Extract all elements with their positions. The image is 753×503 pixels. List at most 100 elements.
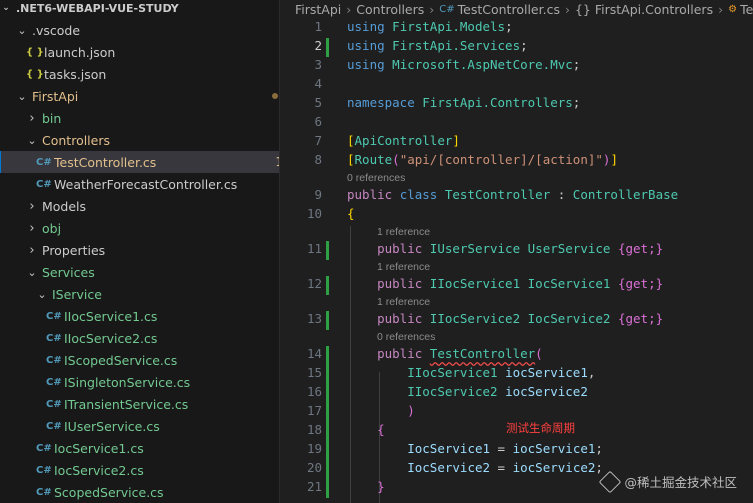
csharp-file-icon: C# xyxy=(46,310,62,322)
tree-file[interactable]: { } tasks.json xyxy=(0,63,279,85)
code-line[interactable]: 9 public class TestController : Controlle… xyxy=(280,187,753,206)
chevron-right-icon: › xyxy=(29,220,35,236)
code-punctuation xyxy=(498,384,506,399)
tree-folder[interactable]: › bin xyxy=(0,107,279,129)
tree-item-label: IScopedService.cs xyxy=(64,352,178,368)
git-added-gutter xyxy=(326,384,329,403)
code-line[interactable]: 15 IIocService1 iocService1, xyxy=(280,365,753,384)
explorer-root[interactable]: ⌄ .NET6-WEBAPI-VUE-STUDY xyxy=(0,0,279,16)
tree-item-label: FirstApi xyxy=(32,88,79,104)
code-token: FirstApi.Controllers xyxy=(422,95,573,110)
tree-folder[interactable]: ⌄ FirstApi xyxy=(0,85,279,107)
code-token: FirstApi.Models xyxy=(392,19,506,34)
tree-file[interactable]: C#IScopedService.csU xyxy=(0,349,279,371)
codelens-references[interactable]: 1 reference xyxy=(280,261,753,276)
tree-folder[interactable]: ⌄ IService xyxy=(0,283,279,305)
codelens-references[interactable]: 1 reference xyxy=(280,296,753,311)
breadcrumb-item-project[interactable]: FirstApi xyxy=(295,2,341,17)
tree-file[interactable]: C#ISingletonService.csU xyxy=(0,371,279,393)
tree-file[interactable]: C#IocService2.csU xyxy=(0,459,279,481)
code-line[interactable]: 6 xyxy=(280,114,753,133)
code-line[interactable]: 2 using FirstApi.Services; xyxy=(280,38,753,57)
tree-file[interactable]: C# WeatherForecastController.cs xyxy=(0,173,279,195)
code-text: using FirstApi.Services; xyxy=(347,38,528,53)
code-punctuation: { xyxy=(377,422,385,437)
code-line[interactable]: 5 namespace FirstApi.Controllers; xyxy=(280,95,753,114)
chevron-down-icon: ⌄ xyxy=(27,133,37,147)
code-punctuation: = xyxy=(490,460,513,475)
line-number: 1 xyxy=(314,19,322,34)
line-number: 20 xyxy=(306,460,322,475)
breadcrumb-item-file[interactable]: TestController.cs xyxy=(458,2,560,17)
code-line[interactable]: 10 { xyxy=(280,206,753,225)
code-line[interactable]: 11 public IUserService UserService {get;} xyxy=(280,241,753,260)
codelens-label: 0 references xyxy=(377,331,436,343)
tree-file[interactable]: { } launch.json xyxy=(0,41,279,63)
csharp-file-icon: C# xyxy=(46,354,62,366)
chevron-down-icon: ⌄ xyxy=(37,287,47,301)
tree-folder[interactable]: ⌄ Services xyxy=(0,261,279,283)
code-line[interactable]: 8 [Route("api/[controller]/[action]")] xyxy=(280,152,753,171)
tree-item-label: ScopedService.cs xyxy=(54,484,164,500)
tree-file[interactable]: C#TestController.cs1, M xyxy=(0,151,279,173)
breadcrumb-item-class[interactable]: TestC xyxy=(740,2,753,17)
tree-file[interactable]: C#IIocService1.csU xyxy=(0,305,279,327)
code-line[interactable]: 7 [ApiController] xyxy=(280,133,753,152)
tree-folder[interactable]: ⌄ .vscode xyxy=(0,19,279,41)
code-punctuation: ( xyxy=(392,152,400,167)
code-line[interactable]: 12 public IIocService1 IocService1 {get;} xyxy=(280,276,753,295)
breadcrumb-item-folder[interactable]: Controllers xyxy=(356,2,424,17)
code-line[interactable]: 3 using Microsoft.AspNetCore.Mvc; xyxy=(280,57,753,76)
line-number: 13 xyxy=(306,311,322,326)
code-editor[interactable]: FirstApi › Controllers › C# TestControll… xyxy=(280,0,753,503)
code-token: using xyxy=(347,57,385,72)
code-token: iocService2 xyxy=(512,460,596,475)
line-number: 12 xyxy=(306,276,322,291)
chevron-right-icon: › xyxy=(564,1,570,17)
line-number: 6 xyxy=(314,114,322,129)
code-punctuation xyxy=(422,311,430,326)
tree-folder[interactable]: › Models xyxy=(0,195,279,217)
codelens-references[interactable]: 0 references xyxy=(280,172,753,187)
tree-item-label: IIocService1.cs xyxy=(64,308,158,324)
tree-folder[interactable]: › obj xyxy=(0,217,279,239)
annotation-text: 测试生命周期 xyxy=(506,421,575,435)
chevron-right-icon: › xyxy=(29,110,35,126)
code-line[interactable]: 14 public TestController( xyxy=(280,346,753,365)
code-token: {get;} xyxy=(617,311,664,326)
tree-folder[interactable]: ⌄ Controllers xyxy=(0,129,279,151)
tree-item-label: IocService2.cs xyxy=(54,462,144,478)
chevron-down-icon: ⌄ xyxy=(17,23,27,37)
code-line[interactable]: 4 xyxy=(280,76,753,95)
code-token: TestController xyxy=(429,346,536,361)
juejin-logo-icon xyxy=(599,470,622,493)
code-line[interactable]: 19 IocService1 = iocService1; xyxy=(280,441,753,460)
code-line[interactable]: 13 public IIocService2 IocService2 {get;} xyxy=(280,311,753,330)
chevron-right-icon: › xyxy=(718,1,724,17)
tree-file[interactable]: C#ScopedService.csU xyxy=(0,481,279,503)
tree-file[interactable]: C#IUserService.csU xyxy=(0,415,279,437)
code-line[interactable]: 16 IIocService2 iocService2 xyxy=(280,384,753,403)
breadcrumb: FirstApi › Controllers › C# TestControll… xyxy=(280,0,753,18)
tree-folder[interactable]: › Properties xyxy=(0,239,279,261)
tree-file[interactable]: C#ITransientService.csU xyxy=(0,393,279,415)
workspace-title: .NET6-WEBAPI-VUE-STUDY xyxy=(16,1,179,15)
git-added-gutter xyxy=(326,241,329,260)
code-text: public IIocService2 IocService2 {get;} xyxy=(377,311,663,326)
code-punctuation: ; xyxy=(595,441,603,456)
breadcrumb-item-namespace[interactable]: {} FirstApi.Controllers xyxy=(575,2,713,17)
tree-file[interactable]: C#IocService1.csU xyxy=(0,437,279,459)
codelens-references[interactable]: 0 references xyxy=(280,331,753,346)
code-token: iocService1 xyxy=(505,365,588,380)
codelens-label: 1 reference xyxy=(377,296,431,308)
line-number: 2 xyxy=(314,38,322,53)
code-line[interactable]: 1 using FirstApi.Models; xyxy=(280,19,753,38)
line-number: 7 xyxy=(314,133,322,148)
code-punctuation xyxy=(437,187,445,202)
codelens-references[interactable]: 1 reference xyxy=(280,226,753,241)
code-token: UserService xyxy=(527,241,611,256)
code-token: using xyxy=(347,38,385,53)
code-text: public IUserService UserService {get;} xyxy=(377,241,663,256)
tree-file[interactable]: C#IIocService2.csU xyxy=(0,327,279,349)
code-text: [ApiController] xyxy=(347,133,460,148)
